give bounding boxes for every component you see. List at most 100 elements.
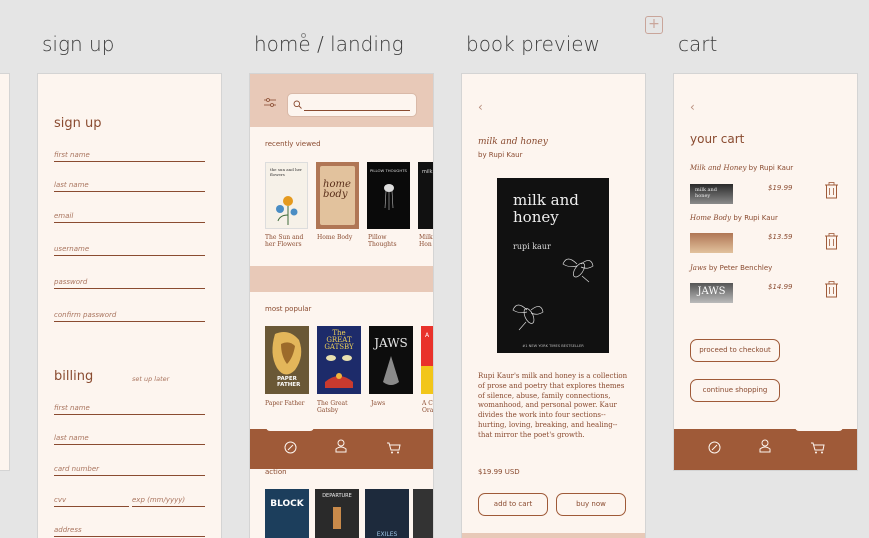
- frame-title-cart: cart: [678, 32, 718, 56]
- confirm-password-field[interactable]: confirm password: [54, 311, 205, 322]
- recently-viewed-label: recently viewed: [265, 140, 321, 148]
- cart-heading: your cart: [690, 132, 745, 146]
- cart-item-title: Milk and Honey by Rupi Kaur: [690, 164, 793, 172]
- user-icon[interactable]: [759, 439, 771, 453]
- canvas-cursor-dot: [301, 33, 306, 38]
- first-name-field[interactable]: first name: [54, 151, 205, 162]
- preview-bottom-band: [462, 533, 645, 538]
- cart-item-title: Jaws by Peter Benchley: [690, 264, 772, 272]
- cart-item-by: by: [748, 164, 758, 172]
- book-cover-sun-and-her-flowers[interactable]: the sun and her flowers: [265, 162, 308, 229]
- signup-screen: sign up first name last name email usern…: [37, 73, 222, 538]
- billing-first-name-field[interactable]: first name: [54, 404, 205, 415]
- cover-title: home body: [323, 179, 351, 200]
- cart-item-name: Jaws: [690, 264, 707, 272]
- cover-title: DEPARTURE: [322, 493, 352, 499]
- book-author: by Rupi Kaur: [478, 151, 523, 159]
- offscreen-frame-edge: [0, 73, 10, 471]
- compass-icon[interactable]: [284, 441, 297, 454]
- back-chevron-icon[interactable]: ‹: [690, 100, 695, 114]
- proceed-to-checkout-button[interactable]: proceed to checkout: [690, 339, 780, 362]
- cover-accent: [421, 366, 433, 394]
- filter-icon[interactable]: [264, 98, 276, 107]
- home-tab-bar: [250, 426, 433, 469]
- set-up-later-link[interactable]: set up later: [132, 375, 169, 383]
- thumb-text: JAWS: [697, 286, 726, 297]
- book-caption: Pillow Thoughts: [368, 234, 397, 248]
- active-tab-indicator: [266, 426, 314, 431]
- cover-title: BLOCK: [270, 499, 304, 509]
- cover-title: milk: [422, 169, 433, 175]
- card-number-field[interactable]: card number: [54, 465, 205, 476]
- cart-item-name: Home Body: [690, 214, 732, 222]
- back-chevron-icon[interactable]: ‹: [478, 100, 483, 114]
- book-caption: The Great Gatsby: [317, 400, 348, 414]
- book-cover-paper-father[interactable]: PAPER FATHER: [265, 326, 309, 394]
- section-divider-band: [250, 266, 433, 292]
- book-cover-home-body[interactable]: home body: [316, 162, 359, 229]
- search-icon: [293, 100, 302, 109]
- cover-title: PAPER FATHER: [277, 376, 301, 388]
- cart-icon[interactable]: [810, 442, 825, 454]
- bee-illustration: [512, 258, 594, 331]
- book-cover-block[interactable]: BLOCK: [265, 489, 309, 538]
- cart-item-title: Home Body by Rupi Kaur: [690, 214, 778, 222]
- most-popular-label: most popular: [265, 305, 312, 313]
- user-icon[interactable]: [335, 439, 347, 453]
- search-input[interactable]: [287, 93, 417, 117]
- book-caption: Paper Father: [265, 400, 305, 407]
- cart-item-price: $14.99: [768, 283, 793, 291]
- trash-icon[interactable]: [824, 233, 839, 250]
- continue-shopping-button[interactable]: continue shopping: [690, 379, 780, 402]
- book-price: $19.99 USD: [478, 468, 520, 476]
- cart-item-thumbnail: [690, 233, 733, 253]
- add-to-cart-button[interactable]: add to cart: [478, 493, 548, 516]
- gatsby-illustration: [325, 355, 353, 388]
- book-caption: A C Ora: [422, 400, 434, 414]
- book-cover-pillow-thoughts[interactable]: PILLOW THOUGHTS: [367, 162, 410, 229]
- trash-icon[interactable]: [824, 281, 839, 298]
- search-underline: [304, 110, 410, 111]
- book-caption: Jaws: [371, 400, 386, 407]
- frame-title-signup: sign up: [42, 32, 115, 56]
- book-cover-large: milk and honey rupi kaur #1 NEW YORK TIM…: [497, 178, 609, 353]
- book-description: Rupi Kaur's milk and honey is a collecti…: [478, 372, 628, 439]
- buy-now-button[interactable]: buy now: [556, 493, 626, 516]
- book-cover-partial[interactable]: A: [421, 326, 433, 394]
- compass-icon[interactable]: [708, 441, 721, 454]
- active-tab-indicator: [795, 426, 843, 431]
- book-cover-partial-action[interactable]: [413, 489, 433, 538]
- cart-item-thumbnail: JAWS: [690, 283, 733, 303]
- cart-icon[interactable]: [386, 442, 401, 454]
- expiry-field[interactable]: exp (mm/yyyy): [132, 496, 205, 507]
- cvv-field[interactable]: cvv: [54, 496, 129, 507]
- email-field[interactable]: email: [54, 212, 205, 223]
- cart-item-author: Rupi Kaur: [759, 164, 794, 172]
- address-field[interactable]: address: [54, 526, 205, 537]
- trash-icon[interactable]: [824, 182, 839, 199]
- book-cover-milk-and-honey[interactable]: milk: [418, 162, 433, 229]
- figure-silhouette: [333, 507, 341, 529]
- password-field[interactable]: password: [54, 278, 205, 289]
- frame-title-preview: book preview: [466, 32, 600, 56]
- action-label: action: [265, 468, 287, 476]
- home-header: [250, 74, 433, 127]
- book-cover-departure[interactable]: DEPARTURE: [315, 489, 359, 538]
- shark-illustration: [383, 356, 399, 385]
- book-cover-exiles[interactable]: EXILES: [365, 489, 409, 538]
- billing-last-name-field[interactable]: last name: [54, 434, 205, 445]
- add-frame-icon[interactable]: +: [645, 16, 663, 34]
- cart-item-by: by: [733, 214, 742, 222]
- cart-item-price: $13.59: [768, 233, 793, 241]
- cart-item-thumbnail: milk and honey: [690, 184, 733, 204]
- cover-banner: #1 NEW YORK TIMES BESTSELLER: [522, 344, 584, 348]
- cart-item-author: Peter Benchley: [719, 264, 773, 272]
- username-field[interactable]: username: [54, 245, 205, 256]
- cart-screen: ‹ your cart Milk and Honey by Rupi Kaur …: [673, 73, 858, 471]
- book-cover-great-gatsby[interactable]: The GREAT GATSBY: [317, 326, 361, 394]
- last-name-field[interactable]: last name: [54, 181, 205, 192]
- book-cover-jaws[interactable]: JAWS: [369, 326, 413, 394]
- book-caption: Milk Hon: [419, 234, 433, 248]
- billing-heading: billing: [54, 369, 94, 384]
- book-preview-screen: ‹ milk and honey by Rupi Kaur milk and h…: [461, 73, 646, 538]
